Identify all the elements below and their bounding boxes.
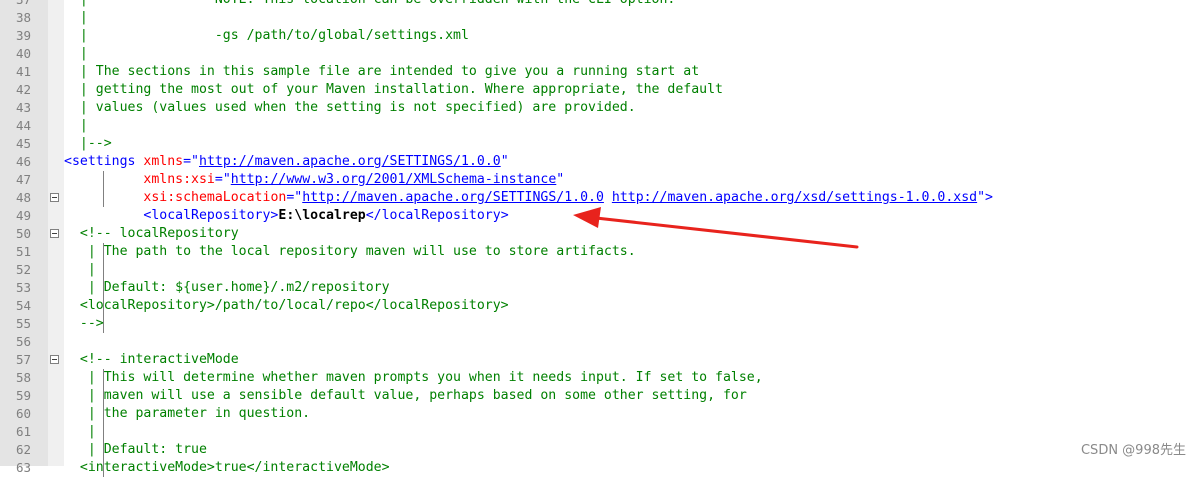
watermark: CSDN @998先生: [1080, 443, 1186, 458]
red-arrow-icon: [573, 207, 859, 249]
